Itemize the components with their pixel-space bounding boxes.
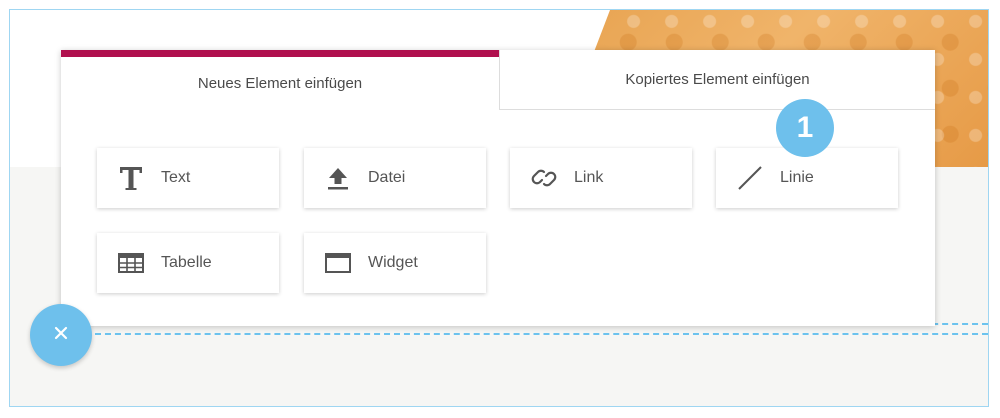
- insert-text-button[interactable]: Text: [97, 148, 279, 208]
- line-icon: [736, 164, 764, 192]
- insert-link-button[interactable]: Link: [510, 148, 692, 208]
- table-icon: [117, 249, 145, 277]
- upload-icon: [324, 164, 352, 192]
- element-label: Datei: [368, 169, 406, 186]
- tab-new-element[interactable]: Neues Element einfügen: [61, 50, 499, 110]
- insert-widget-button[interactable]: Widget: [304, 233, 486, 293]
- drop-guide-line: [95, 333, 988, 335]
- element-label: Tabelle: [161, 254, 212, 271]
- insert-line-button[interactable]: Linie: [716, 148, 898, 208]
- tab-label: Neues Element einfügen: [197, 75, 363, 92]
- tab-label: Kopiertes Element einfügen: [625, 71, 810, 88]
- close-button[interactable]: [30, 304, 92, 366]
- insert-table-button[interactable]: Tabelle: [97, 233, 279, 293]
- text-icon: [117, 164, 145, 192]
- insert-file-button[interactable]: Datei: [304, 148, 486, 208]
- element-label: Widget: [368, 254, 418, 271]
- step-badge: 1: [776, 99, 834, 157]
- widget-icon: [324, 249, 352, 277]
- tab-copied-element[interactable]: Kopiertes Element einfügen: [499, 50, 935, 110]
- step-number: 1: [796, 111, 814, 144]
- link-icon: [530, 164, 558, 192]
- element-label: Linie: [780, 169, 814, 186]
- insert-element-panel: Neues Element einfügen Kopiertes Element…: [61, 50, 935, 326]
- element-label: Link: [574, 169, 604, 186]
- close-icon: [52, 324, 70, 347]
- element-label: Text: [161, 169, 191, 186]
